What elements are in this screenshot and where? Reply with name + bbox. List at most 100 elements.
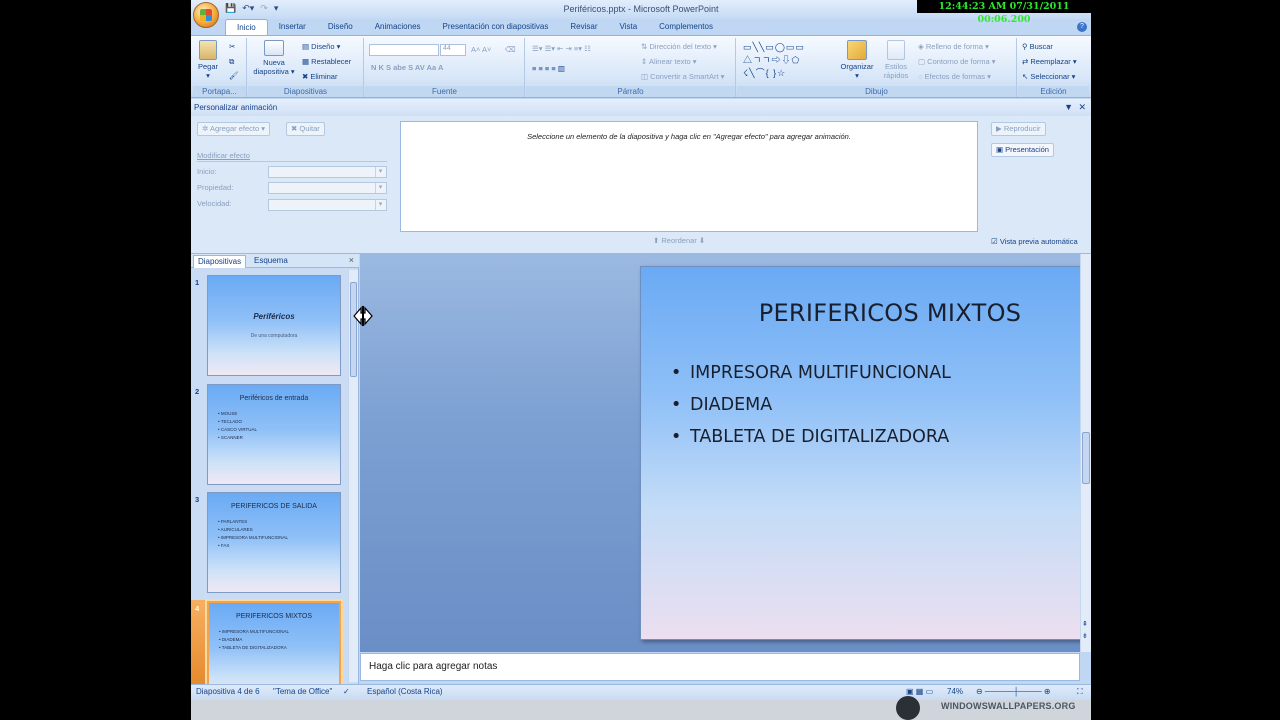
group-label-diapositivas: Diapositivas: [248, 86, 363, 97]
replace-button[interactable]: ⇄ Reemplazar ▾: [1022, 57, 1077, 66]
shape-outline-button[interactable]: ▢ Contorno de forma ▾: [918, 57, 996, 66]
align-text-label: Alinear texto: [648, 57, 691, 66]
reorder-control[interactable]: ⬆ Reordenar ⬇: [653, 236, 705, 245]
slides-panel-scrollbar[interactable]: [348, 270, 358, 682]
delete-slide-button[interactable]: ✖ Eliminar: [302, 72, 337, 81]
current-slide[interactable]: PERIFERICOS MIXTOS • IMPRESORA MULTIFUNCI…: [640, 266, 1091, 640]
font-style-buttons[interactable]: N K S abe S AV Aa A: [371, 63, 443, 72]
save-icon[interactable]: 💾: [225, 3, 236, 14]
reset-button[interactable]: ▦ Restablecer: [302, 57, 351, 66]
tab-animaciones[interactable]: Animaciones: [364, 19, 432, 35]
reorder-label: Reordenar: [661, 236, 697, 245]
pane-close-icon[interactable]: ✕: [1078, 99, 1086, 116]
cut-icon[interactable]: ✂: [229, 42, 235, 51]
notes-pane[interactable]: Haga clic para agregar notas: [360, 653, 1080, 681]
help-icon[interactable]: ?: [1077, 22, 1087, 32]
office-button[interactable]: [193, 2, 219, 28]
slide-number: 3: [195, 495, 200, 504]
tab-diseno[interactable]: Diseño: [317, 19, 364, 35]
arrange-button[interactable]: Organizar ▾: [837, 40, 877, 80]
watermark-text: WINDOWSWALLPAPERS.ORG: [941, 701, 1076, 711]
tab-revisar[interactable]: Revisar: [559, 19, 608, 35]
add-effect-button[interactable]: ✲ Agregar efecto ▾: [197, 122, 271, 136]
view-buttons[interactable]: ▣ ▦ ▭: [906, 687, 933, 696]
autopreview-checkbox[interactable]: ☑ Vista previa automática: [991, 237, 1078, 246]
next-slide-icon[interactable]: ⇟: [1082, 632, 1088, 640]
shapes-gallery[interactable]: ▭╲╲▭◯▭▭ △ㄱㄱ⇨⇩⬠ ☇╲⌒{ }☆: [743, 42, 805, 79]
undo-icon[interactable]: ↶▾: [242, 3, 254, 14]
find-button[interactable]: ⚲ Buscar: [1022, 42, 1053, 51]
font-name-field[interactable]: [369, 44, 439, 56]
speed-dropdown[interactable]: [268, 199, 387, 211]
windows-logo-icon: [896, 696, 920, 720]
slide-bullets[interactable]: • IMPRESORA MULTIFUNCIONAL • DIADEMA • TABL…: [671, 357, 951, 453]
play-button[interactable]: ▶ Reproducir: [991, 122, 1046, 136]
tab-vista[interactable]: Vista: [609, 19, 649, 35]
arrange-icon: [847, 40, 867, 60]
remove-button[interactable]: ✖ Quitar: [286, 122, 325, 136]
quick-access-toolbar: 💾 ↶▾ ↷ ▾: [225, 3, 278, 14]
zoom-level[interactable]: 74%: [947, 687, 963, 696]
format-painter-icon[interactable]: 🖌: [229, 71, 239, 80]
align-buttons[interactable]: ≡ ≡ ≡ ≡ ▥: [532, 64, 565, 73]
pane-options-icon[interactable]: ▼: [1064, 99, 1073, 116]
align-text-button[interactable]: ⇕ Alinear texto ▾: [641, 57, 697, 66]
slide-title[interactable]: PERIFERICOS MIXTOS: [641, 299, 1091, 327]
new-slide-button[interactable]: Nueva diapositiva ▾: [252, 40, 296, 76]
find-label: Buscar: [1029, 42, 1053, 51]
paste-button[interactable]: Pegar ▾: [197, 40, 219, 80]
property-dropdown[interactable]: [268, 182, 387, 194]
tab-inicio[interactable]: Inicio: [225, 19, 268, 35]
tab-insertar[interactable]: Insertar: [268, 19, 317, 35]
smartart-label: Convertir a SmartArt: [650, 72, 719, 81]
shape-effects-button[interactable]: ◌ Efectos de formas ▾: [918, 72, 991, 81]
scrollbar-thumb[interactable]: [350, 282, 357, 377]
tab-esquema[interactable]: Esquema: [250, 255, 292, 268]
language-indicator[interactable]: Español (Costa Rica): [367, 687, 443, 696]
redo-icon[interactable]: ↷: [260, 3, 268, 14]
list-buttons[interactable]: ☰▾ ☰▾ ⇤ ⇥ ≡▾ ☷: [532, 44, 591, 53]
grow-font-icon[interactable]: A˄ A˅: [471, 45, 491, 54]
smartart-button[interactable]: ◫ Convertir a SmartArt ▾: [641, 72, 724, 81]
slide-bullet-text: DIADEMA: [690, 395, 773, 415]
group-label-fuente: Fuente: [365, 86, 524, 97]
customize-qat-icon[interactable]: ▾: [274, 3, 279, 14]
thumb-bullet: IMPRESORA MULTIFUNCIONAL: [219, 628, 289, 636]
shape-fill-button[interactable]: ◈ Relleno de forma ▾: [918, 42, 989, 51]
edit-area-scrollbar[interactable]: ⇞ ⇟: [1080, 254, 1091, 652]
tab-complementos[interactable]: Complementos: [648, 19, 724, 35]
slideshow-label: Presentación: [1005, 145, 1049, 154]
slideshow-button[interactable]: ▣ Presentación: [991, 143, 1054, 157]
new-slide-icon: [264, 40, 284, 56]
clipboard-icon: [199, 40, 217, 60]
quick-styles-button[interactable]: Estilos rápidos: [880, 40, 912, 80]
recording-timestamp: 12:44:23 AM 07/31/2011 00:06.200: [917, 0, 1091, 25]
slide-thumbnail[interactable]: Periféricos De una computadora: [207, 275, 341, 376]
slide-thumbnail[interactable]: Periféricos de entrada MOUSE TECLADO CAS…: [207, 384, 341, 485]
scrollbar-thumb[interactable]: [1082, 432, 1090, 484]
animation-pane-header: Personalizar animación ▼ ✕: [191, 99, 1091, 116]
select-button[interactable]: ↖ Seleccionar ▾: [1022, 72, 1075, 81]
thumb-title: Periféricos: [253, 312, 295, 321]
group-label-portapapeles: Portapa...: [193, 86, 246, 97]
font-size-field[interactable]: 44: [440, 44, 466, 56]
copy-icon[interactable]: ⧉: [229, 57, 234, 67]
slide-thumbnail[interactable]: PERIFERICOS DE SALIDA PARLANTES AURICULA…: [207, 492, 341, 593]
tab-presentacion[interactable]: Presentación con diapositivas: [432, 19, 560, 35]
thumb-bullet: SCANNER: [218, 434, 257, 442]
custom-animation-pane: Personalizar animación ▼ ✕ ✲ Agregar efe…: [191, 99, 1091, 254]
prev-slide-icon[interactable]: ⇞: [1082, 620, 1088, 628]
animation-list[interactable]: Seleccione un elemento de la diapositiva…: [400, 121, 978, 232]
theme-name[interactable]: "Tema de Office": [273, 687, 332, 696]
start-dropdown[interactable]: [268, 166, 387, 178]
tab-diapositivas[interactable]: Diapositivas: [193, 255, 247, 268]
spell-check-icon[interactable]: ✓: [343, 687, 350, 696]
text-direction-button[interactable]: ⇅ Dirección del texto ▾: [641, 42, 717, 51]
zoom-slider[interactable]: ⊖ ─────┼──── ⊕: [976, 687, 1051, 696]
animation-list-message: Seleccione un elemento de la diapositiva…: [527, 132, 851, 141]
layout-button[interactable]: ▤ Diseño ▾: [302, 42, 340, 51]
fit-window-icon[interactable]: ⛶: [1077, 687, 1083, 697]
panel-close-icon[interactable]: ×: [349, 255, 354, 265]
shape-outline-label: Contorno de forma: [927, 57, 990, 66]
clear-format-icon[interactable]: ⌫: [505, 45, 516, 54]
